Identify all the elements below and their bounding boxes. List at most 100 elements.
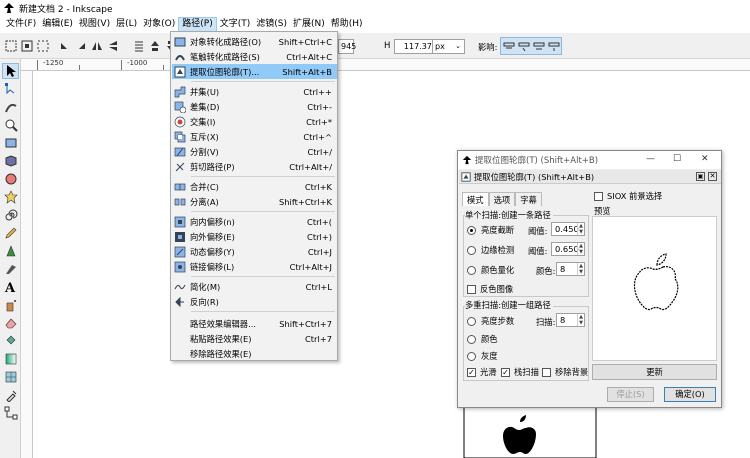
menu-item-label: 移除路径效果(E)	[190, 348, 252, 359]
edge-detection-option[interactable]: 边缘检测	[467, 244, 514, 256]
grays-option[interactable]: 灰度	[467, 350, 498, 362]
menu-item-cut-path[interactable]: 剪切路径(P) Ctrl+Alt+/	[172, 159, 337, 174]
menu-item-reverse[interactable]: 反向(R)	[172, 294, 337, 309]
select-all-icon[interactable]	[4, 39, 18, 53]
mesh-tool-icon[interactable]	[2, 369, 19, 385]
remove-background-checkbox[interactable]: 移除背景	[542, 366, 588, 378]
menu-item-dynamic-offset[interactable]: 动态偏移(Y) Ctrl+J	[172, 244, 337, 259]
rotate-cw-icon[interactable]	[74, 39, 88, 53]
flip-horizontal-icon[interactable]	[90, 39, 104, 53]
menu-item-division[interactable]: 分割(V) Ctrl+/	[172, 144, 337, 159]
menu-object[interactable]: 对象(O)	[140, 17, 178, 32]
raise-icon[interactable]	[148, 39, 162, 53]
color-quantization-option[interactable]: 颜色量化	[467, 264, 514, 276]
menu-item-path-effects-editor[interactable]: 路径效果编辑器... Shift+Ctrl+7	[172, 316, 337, 331]
minimize-icon[interactable]: —	[646, 154, 655, 164]
menu-item-object-to-path[interactable]: 对象转化成路径(O) Shift+Ctrl+C	[172, 34, 337, 49]
menu-path[interactable]: 路径(P)	[178, 17, 217, 32]
star-tool-icon[interactable]	[2, 189, 19, 205]
close-icon[interactable]: ✕	[701, 154, 709, 164]
menu-edit[interactable]: 编辑(E)	[39, 17, 76, 32]
colors-field[interactable]: 8 ▲ ▼	[556, 262, 585, 276]
spinner-arrows-icon[interactable]: ▲ ▼	[577, 263, 584, 275]
menu-item-trace-bitmap[interactable]: 提取位图轮廓(T)... Shift+Alt+B	[172, 64, 337, 79]
ellipse-tool-icon[interactable]	[2, 171, 19, 187]
menu-item-difference[interactable]: 差集(D) Ctrl+-	[172, 99, 337, 114]
menu-layer[interactable]: 层(L)	[113, 17, 140, 32]
scale-corners-icon[interactable]	[517, 39, 531, 53]
connector-tool-icon[interactable]	[2, 405, 19, 421]
paint-bucket-tool-icon[interactable]	[2, 333, 19, 349]
pencil-tool-icon[interactable]	[2, 225, 19, 241]
menu-view[interactable]: 视图(V)	[76, 17, 113, 32]
calligraphy-tool-icon[interactable]	[2, 261, 19, 277]
deselect-icon[interactable]	[36, 39, 50, 53]
threshold-field-2[interactable]: 0.650 ▲ ▼	[551, 242, 585, 256]
update-button[interactable]: 更新	[592, 364, 717, 380]
3d-box-tool-icon[interactable]	[2, 153, 19, 169]
menu-item-intersection[interactable]: 交集(I) Ctrl+*	[172, 114, 337, 129]
scans-field[interactable]: 8 ▲ ▼	[556, 313, 585, 327]
menu-item-break-apart[interactable]: 分离(A) Shift+Ctrl+K	[172, 194, 337, 209]
menu-item-stroke-to-path[interactable]: 笔触转化成路径(S) Ctrl+Alt+C	[172, 49, 337, 64]
tool-controls-bar: 945 H 117.379 ▲ px⌄ 影响:	[0, 33, 750, 59]
scale-stroke-icon[interactable]	[502, 39, 516, 53]
maximize-icon[interactable]: ☐	[673, 154, 681, 164]
move-patterns-icon[interactable]	[547, 39, 561, 53]
spray-tool-icon[interactable]	[2, 297, 19, 313]
zoom-tool-icon[interactable]	[2, 117, 19, 133]
tweak-tool-icon[interactable]	[2, 99, 19, 115]
move-gradients-icon[interactable]	[532, 39, 546, 53]
stack-scans-checkbox[interactable]: ✓ 栈扫描	[501, 366, 539, 378]
text-tool-icon[interactable]: A	[2, 279, 19, 295]
gradient-tool-icon[interactable]	[2, 351, 19, 367]
tab-mode[interactable]: 模式	[462, 192, 489, 206]
rotate-ccw-icon[interactable]	[58, 39, 72, 53]
combine-icon	[174, 181, 186, 193]
select-all-layers-icon[interactable]	[20, 39, 34, 53]
stop-button[interactable]: 停止(S)	[607, 387, 654, 402]
menu-item-exclusion[interactable]: 互斥(X) Ctrl+^	[172, 129, 337, 144]
menu-item-union[interactable]: 并集(U) Ctrl++	[172, 84, 337, 99]
threshold-field-1[interactable]: 0.450 ▲ ▼	[551, 222, 585, 236]
pen-tool-icon[interactable]	[2, 243, 19, 259]
menu-item-remove-path-effect[interactable]: 移除路径效果(E)	[172, 346, 337, 361]
spinner-arrows-icon[interactable]: ▲ ▼	[577, 223, 584, 235]
unit-select[interactable]: px ⌄	[432, 39, 465, 54]
menu-item-paste-path-effect[interactable]: 粘贴路径效果(E) Ctrl+7	[172, 331, 337, 346]
menu-text[interactable]: 文字(T)	[217, 17, 254, 32]
width-field[interactable]: 945	[338, 39, 356, 54]
spiral-tool-icon[interactable]	[2, 207, 19, 223]
menu-item-linked-offset[interactable]: 链接偏移(L) Ctrl+Alt+J	[172, 259, 337, 274]
colors-option[interactable]: 颜色	[467, 333, 498, 345]
menu-filters[interactable]: 滤镜(S)	[253, 17, 290, 32]
flip-vertical-icon[interactable]	[106, 39, 120, 53]
brightness-cutoff-option[interactable]: 亮度截断	[467, 224, 514, 236]
siox-checkbox[interactable]: SIOX 前景选择	[594, 190, 662, 202]
tab-options[interactable]: 选项	[488, 192, 516, 206]
brightness-steps-option[interactable]: 亮度步数	[467, 315, 514, 327]
menu-item-simplify[interactable]: 简化(M) Ctrl+L	[172, 279, 337, 294]
tab-credits[interactable]: 字幕	[515, 192, 542, 206]
dropper-tool-icon[interactable]	[2, 387, 19, 403]
menu-extensions[interactable]: 扩展(N)	[290, 17, 328, 32]
window-title: 新建文档 2 - Inkscape	[19, 4, 113, 15]
close-panel-icon[interactable]: ✕	[708, 172, 717, 181]
menu-item-combine[interactable]: 合并(C) Ctrl+K	[172, 179, 337, 194]
smooth-checkbox[interactable]: ✓ 光滑	[467, 366, 497, 378]
dock-icon[interactable]: ▣	[696, 172, 705, 181]
node-tool-icon[interactable]	[2, 81, 19, 97]
menu-item-inset[interactable]: 向内偏移(n) Ctrl+(	[172, 214, 337, 229]
menu-file[interactable]: 文件(F)	[3, 17, 39, 32]
spinner-arrows-icon[interactable]: ▲ ▼	[577, 314, 584, 326]
eraser-tool-icon[interactable]	[2, 315, 19, 331]
menu-item-outset[interactable]: 向外偏移(E) Ctrl+)	[172, 229, 337, 244]
ok-button[interactable]: 确定(O)	[664, 387, 716, 402]
raise-to-top-icon[interactable]	[132, 39, 146, 53]
spinner-arrows-icon[interactable]: ▲ ▼	[577, 243, 584, 255]
rectangle-tool-icon[interactable]	[2, 135, 19, 151]
menu-help[interactable]: 帮助(H)	[328, 17, 366, 32]
invert-image-checkbox[interactable]: 反色图像	[467, 283, 513, 295]
selector-tool-icon[interactable]	[2, 63, 19, 79]
menu-separator	[191, 211, 335, 212]
